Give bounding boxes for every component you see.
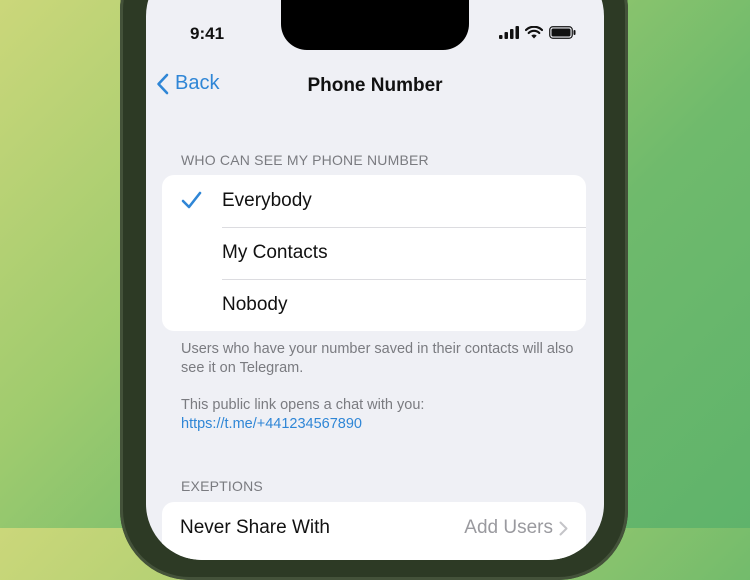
visibility-footer-note: Users who have your number saved in thei… xyxy=(181,341,574,376)
option-my-contacts[interactable]: My Contacts xyxy=(162,227,586,279)
exceptions-group: Never Share With Add Users xyxy=(162,502,586,560)
phone-notch xyxy=(281,0,469,50)
option-label: My Contacts xyxy=(222,242,328,263)
public-link-intro: This public link opens a chat with you: xyxy=(181,397,425,413)
option-label: Nobody xyxy=(222,294,288,315)
checkmark-icon xyxy=(181,191,202,209)
navigation-bar: Back Phone Number xyxy=(146,72,604,102)
add-users-label: Add Users xyxy=(464,517,553,538)
status-icons xyxy=(499,26,576,39)
page-title: Phone Number xyxy=(307,75,443,96)
visibility-options-group: Everybody My Contacts Nobody xyxy=(162,175,586,331)
signal-icon xyxy=(499,26,519,39)
never-share-label: Never Share With xyxy=(180,517,330,538)
add-users-button[interactable]: Add Users xyxy=(464,517,568,539)
wifi-icon xyxy=(525,26,543,39)
chevron-right-icon xyxy=(559,521,568,535)
option-nobody[interactable]: Nobody xyxy=(162,279,586,331)
public-link-section: This public link opens a chat with you: … xyxy=(181,396,581,434)
public-link[interactable]: https://t.me/+441234567890 xyxy=(181,415,581,434)
phone-screen: 9:41 Back Phone Number WHO CAN SEE MY PH… xyxy=(146,0,604,560)
option-label: Everybody xyxy=(222,190,312,211)
status-time: 9:41 xyxy=(190,24,225,43)
exceptions-section-header: EXEPTIONS xyxy=(181,478,263,494)
option-everybody[interactable]: Everybody xyxy=(162,175,586,227)
never-share-with-row[interactable]: Never Share With Add Users xyxy=(162,502,586,554)
battery-icon xyxy=(549,26,576,39)
visibility-section-header: WHO CAN SEE MY PHONE NUMBER xyxy=(181,152,429,168)
